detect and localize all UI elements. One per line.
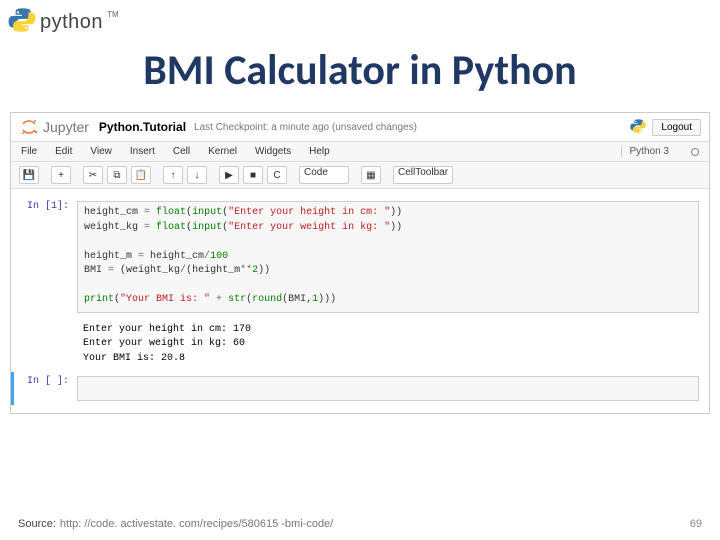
stop-button[interactable]: ■	[243, 166, 263, 184]
jupyter-orbit-icon	[19, 117, 39, 137]
move-up-button[interactable]: ↑	[163, 166, 183, 184]
move-down-button[interactable]: ↓	[187, 166, 207, 184]
menu-file[interactable]: File	[21, 146, 37, 157]
kernel-python-icon	[630, 118, 646, 137]
menu-help[interactable]: Help	[309, 146, 330, 157]
jupyter-brand-text: Jupyter	[43, 119, 89, 135]
page-number: 69	[690, 518, 702, 530]
cut-button[interactable]: ✂	[83, 166, 103, 184]
save-button[interactable]: 💾	[19, 166, 39, 184]
slide-footer: Source: http: //code. activestate. com/r…	[0, 518, 720, 530]
code-body-1[interactable]: height_cm = float(input("Enter your heig…	[77, 201, 699, 313]
output-text-1: Enter your height in cm: 170 Enter your …	[77, 321, 699, 369]
celltype-select[interactable]: Code	[299, 166, 349, 184]
python-logo-header: python TM	[0, 0, 720, 41]
menu-kernel[interactable]: Kernel	[208, 146, 237, 157]
input-prompt-1: In [1]:	[21, 201, 77, 313]
input-prompt-2: In [ ]:	[21, 376, 77, 401]
jupyter-logo: Jupyter	[19, 117, 89, 137]
celltoolbar-select[interactable]: CellToolbar	[393, 166, 453, 184]
logout-button[interactable]: Logout	[652, 119, 701, 136]
python-wordmark: python	[40, 11, 103, 34]
menu-cell[interactable]: Cell	[173, 146, 190, 157]
slide-title: BMI Calculator in Python	[0, 41, 720, 112]
notebook-title[interactable]: Python.Tutorial	[99, 120, 186, 134]
checkpoint-text: Last Checkpoint: a minute ago (unsaved c…	[194, 122, 417, 133]
output-cell-1: Enter your height in cm: 170 Enter your …	[11, 317, 709, 373]
jupyter-notebook: Jupyter Python.Tutorial Last Checkpoint:…	[10, 112, 710, 414]
command-palette-button[interactable]: ▦	[361, 166, 381, 184]
menu-widgets[interactable]: Widgets	[255, 146, 291, 157]
run-button[interactable]: ▶	[219, 166, 239, 184]
add-cell-button[interactable]: +	[51, 166, 71, 184]
code-body-2[interactable]	[77, 376, 699, 401]
output-prompt-1	[21, 321, 77, 369]
source-label: Source:	[18, 518, 56, 530]
paste-button[interactable]: 📋	[131, 166, 151, 184]
kernel-status-icon	[691, 148, 699, 156]
notebook-menubar: File Edit View Insert Cell Kernel Widget…	[11, 142, 709, 162]
menu-view[interactable]: View	[90, 146, 112, 157]
kernel-name: Python 3	[621, 146, 669, 157]
notebook-cells: In [1]: height_cm = float(input("Enter y…	[11, 189, 709, 413]
notebook-header: Jupyter Python.Tutorial Last Checkpoint:…	[11, 113, 709, 142]
notebook-toolbar: 💾 + ✂ ⧉ 📋 ↑ ↓ ▶ ■ C Code ▦ CellToolbar	[11, 162, 709, 189]
code-cell-1[interactable]: In [1]: height_cm = float(input("Enter y…	[11, 197, 709, 317]
code-cell-2[interactable]: In [ ]:	[11, 372, 709, 405]
copy-button[interactable]: ⧉	[107, 166, 127, 184]
menu-edit[interactable]: Edit	[55, 146, 72, 157]
python-tm: TM	[107, 10, 119, 19]
source-url: http: //code. activestate. com/recipes/5…	[60, 518, 333, 530]
menu-insert[interactable]: Insert	[130, 146, 155, 157]
python-logo-icon	[8, 6, 36, 39]
restart-button[interactable]: C	[267, 166, 287, 184]
